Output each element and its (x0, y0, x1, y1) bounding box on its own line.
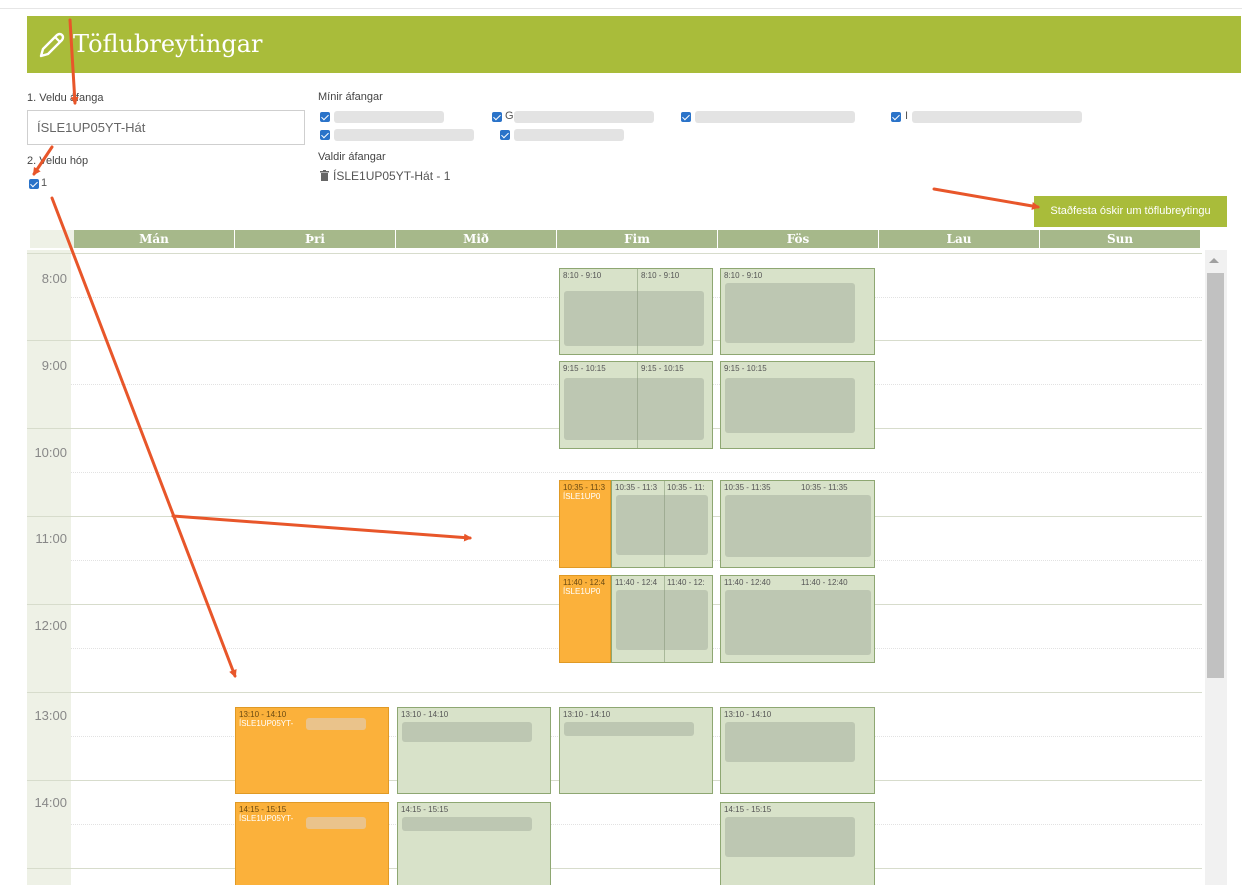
time-label-1400: 14:00 (34, 795, 67, 810)
time-label-1300: 13:00 (34, 708, 67, 723)
course-checkbox-5[interactable] (681, 112, 691, 122)
course-name-redacted (334, 111, 444, 123)
event-time: 9:15 - 10:15 (641, 364, 684, 373)
event-fri-1140[interactable]: 11:40 - 12:40 11:40 - 12:40 (720, 575, 875, 663)
event-time: 8:10 - 9:10 (724, 271, 763, 280)
course-checkbox-2[interactable] (320, 130, 330, 140)
course-name-redacted (514, 129, 624, 141)
event-fri-1415[interactable]: 14:15 - 15:15 (720, 802, 875, 885)
top-divider (0, 8, 1242, 9)
event-time: 10:35 - 11:35 (801, 483, 848, 492)
day-header-sun: Sun (1040, 230, 1200, 248)
event-time: 10:35 - 11:3 (615, 483, 658, 492)
event-tue-1310-selected[interactable]: 13:10 - 14:10 ÍSLE1UP05YT- (235, 707, 389, 794)
step1-label: 1. Veldu áfanga (27, 92, 104, 104)
event-thu-1310[interactable]: 13:10 - 14:10 (559, 707, 713, 794)
course-name-partial: G (505, 110, 514, 122)
selected-courses-label: Valdir áfangar (318, 151, 386, 163)
event-thu-0810[interactable]: 8:10 - 9:10 8:10 - 9:10 (559, 268, 713, 355)
day-header-wed: Mið (396, 230, 556, 248)
event-tue-1415-selected[interactable]: 14:15 - 15:15 ÍSLE1UP05YT- (235, 802, 389, 885)
group-checkbox[interactable] (29, 179, 39, 189)
event-time: 13:10 - 14:10 (563, 710, 611, 719)
course-name-redacted (514, 111, 654, 123)
event-time: 13:10 - 14:10 (239, 710, 287, 719)
event-course-code: ÍSLE1UP05YT- (239, 814, 294, 823)
event-time: 14:15 - 15:15 (724, 805, 772, 814)
event-time: 13:10 - 14:10 (724, 710, 772, 719)
step2-label: 2. Veldu hóp (27, 155, 89, 167)
time-label-1100: 11:00 (35, 531, 67, 546)
event-fri-0810[interactable]: 8:10 - 9:10 (720, 268, 875, 355)
event-time: 9:15 - 10:15 (724, 364, 767, 373)
event-time: 10:35 - 11: (667, 483, 705, 492)
course-checkbox-4[interactable] (500, 130, 510, 140)
event-course-code: ÍSLE1UP05YT- (239, 719, 294, 728)
event-time: 11:40 - 12:40 (801, 578, 848, 587)
scrollbar-thumb[interactable] (1207, 273, 1224, 678)
course-name-redacted (912, 111, 1082, 123)
calendar-corner (30, 230, 74, 248)
page-header: Töflubreytingar (27, 16, 1241, 73)
event-time: 11:40 - 12:4 (563, 578, 606, 587)
day-header-mon: Mán (74, 230, 234, 248)
event-fri-0915[interactable]: 9:15 - 10:15 (720, 361, 875, 449)
event-time: 8:10 - 9:10 (563, 271, 602, 280)
selected-course-item: ÍSLE1UP05YT-Hát - 1 (333, 169, 451, 183)
course-checkbox-1[interactable] (320, 112, 330, 122)
course-name-partial: I (905, 110, 909, 122)
course-checkbox-3[interactable] (492, 112, 502, 122)
event-thu-1140-selected[interactable]: 11:40 - 12:4 ÍSLE1UP0 (559, 575, 611, 663)
event-fri-1035[interactable]: 10:35 - 11:35 10:35 - 11:35 (720, 480, 875, 568)
my-courses-label: Mínir áfangar (318, 91, 383, 103)
event-thu-1035-selected[interactable]: 10:35 - 11:3 ÍSLE1UP0 (559, 480, 611, 568)
calendar-grid[interactable]: 8:00 9:00 10:00 11:00 12:00 13:00 14:00 … (27, 250, 1227, 885)
event-fri-1310[interactable]: 13:10 - 14:10 (720, 707, 875, 794)
time-label-0900: 9:00 (41, 358, 67, 373)
group-label: 1 (41, 177, 48, 189)
pencil-icon (39, 32, 65, 58)
event-time: 10:35 - 11:35 (724, 483, 771, 492)
arrow-to-confirm-button (932, 187, 1040, 210)
time-label-1200: 12:00 (34, 618, 67, 633)
event-time: 11:40 - 12:40 (724, 578, 771, 587)
page-title: Töflubreytingar (73, 30, 263, 58)
event-course-code: ÍSLE1UP0 (563, 492, 601, 501)
event-wed-1310[interactable]: 13:10 - 14:10 (397, 707, 551, 794)
event-time: 11:40 - 12:4 (615, 578, 658, 587)
course-checkbox-6[interactable] (891, 112, 901, 122)
event-time: 13:10 - 14:10 (401, 710, 449, 719)
event-time: 14:15 - 15:15 (401, 805, 449, 814)
event-course-code: ÍSLE1UP0 (563, 587, 601, 596)
day-header-tue: Þri (235, 230, 395, 248)
time-label-0800: 8:00 (41, 271, 67, 286)
course-name-redacted (334, 129, 474, 141)
day-header-thu: Fim (557, 230, 717, 248)
event-time: 9:15 - 10:15 (563, 364, 606, 373)
event-time: 11:40 - 12: (667, 578, 705, 587)
day-header-sat: Lau (879, 230, 1039, 248)
course-input[interactable] (27, 110, 305, 145)
event-wed-1415[interactable]: 14:15 - 15:15 (397, 802, 551, 885)
scroll-up-icon[interactable] (1209, 258, 1219, 263)
time-label-1000: 10:00 (34, 445, 67, 460)
event-thu-1140[interactable]: 11:40 - 12:4 11:40 - 12: (611, 575, 713, 663)
confirm-schedule-change-button[interactable]: Staðfesta óskir um töflubreytingu (1034, 196, 1227, 227)
time-column (27, 250, 71, 885)
event-thu-0915[interactable]: 9:15 - 10:15 9:15 - 10:15 (559, 361, 713, 449)
course-name-redacted (695, 111, 855, 123)
event-thu-1035[interactable]: 10:35 - 11:3 10:35 - 11: (611, 480, 713, 568)
event-time: 14:15 - 15:15 (239, 805, 287, 814)
event-time: 8:10 - 9:10 (641, 271, 680, 280)
event-time: 10:35 - 11:3 (563, 483, 606, 492)
trash-icon[interactable] (320, 170, 329, 181)
day-header-fri: Fös (718, 230, 878, 248)
